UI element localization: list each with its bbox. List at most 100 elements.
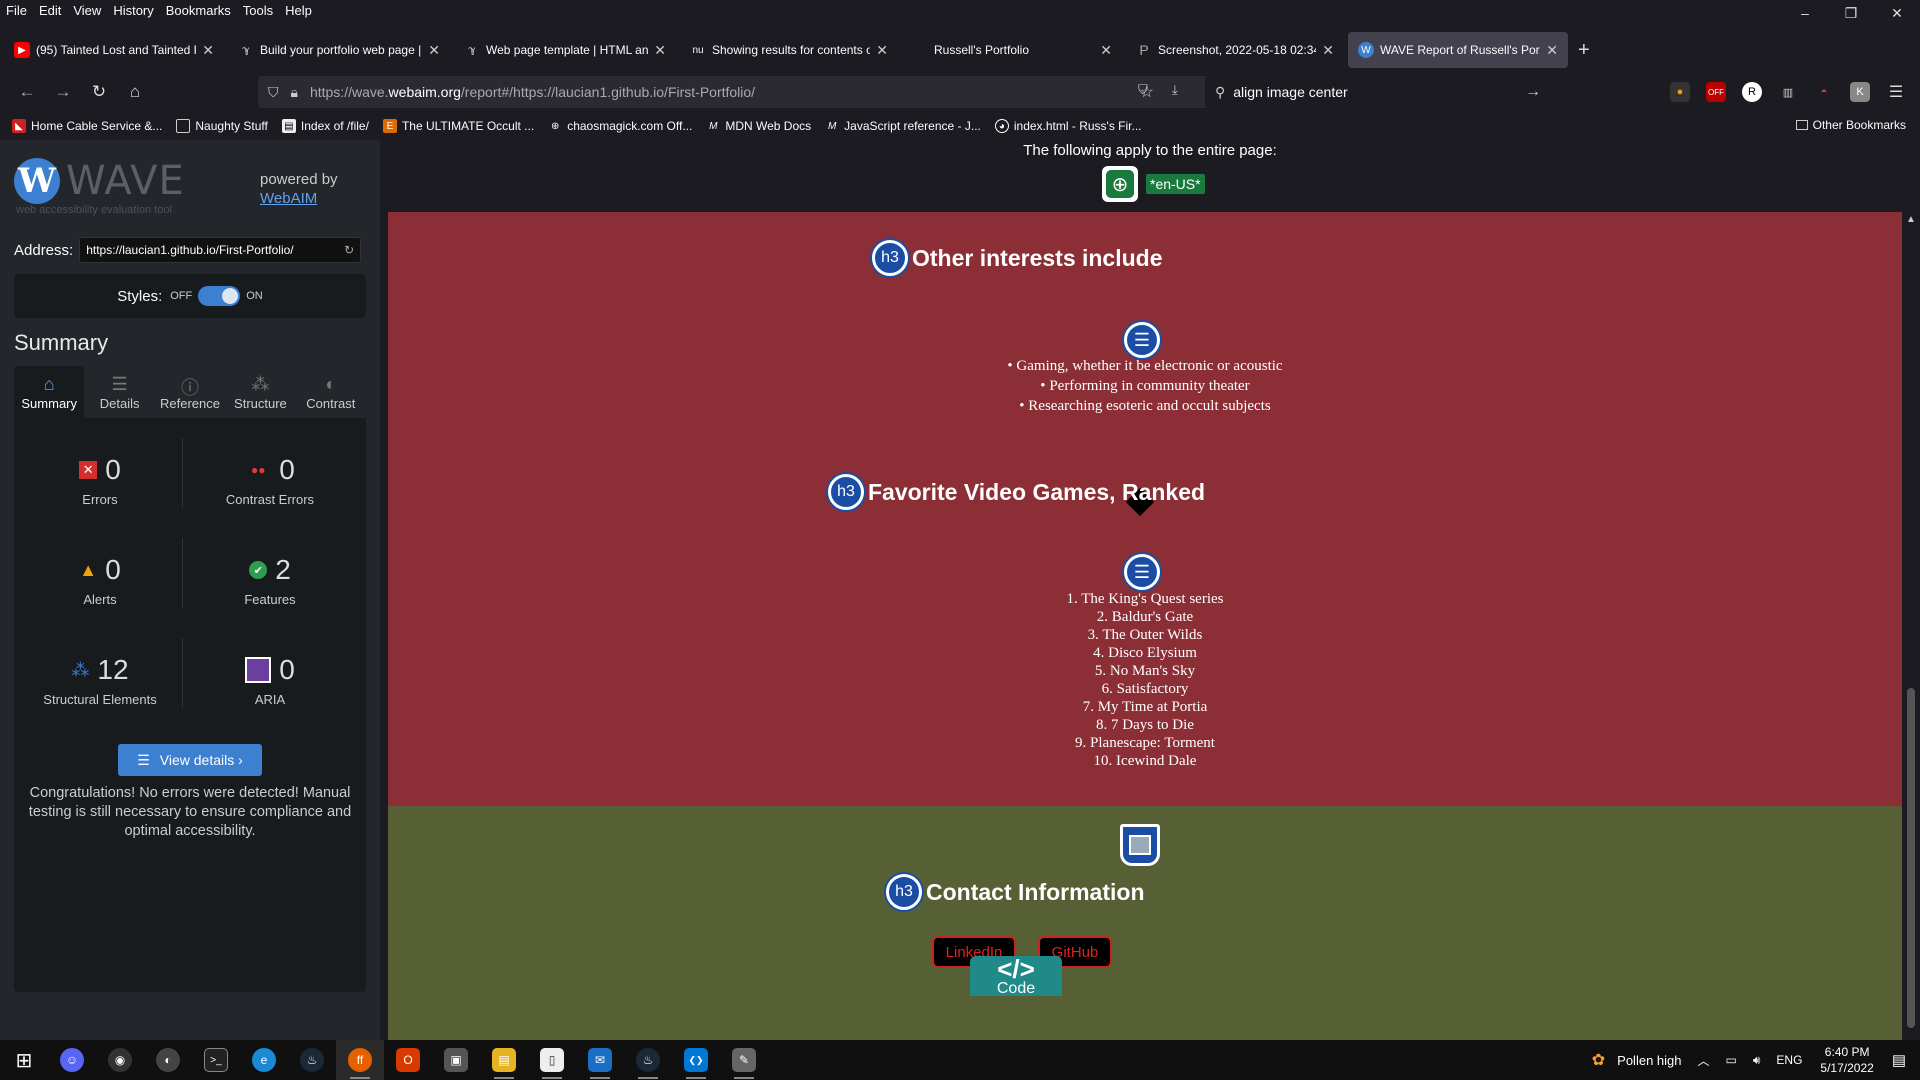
stat-aria[interactable]: 0 ARIA — [190, 652, 350, 707]
taskbar-app[interactable]: ◉ — [96, 1040, 144, 1080]
close-icon[interactable]: ✕ — [428, 42, 440, 59]
taskbar-app[interactable]: e — [240, 1040, 288, 1080]
tab-summary[interactable]: ⌂ Summary — [14, 366, 85, 418]
bookmark-item[interactable]: ◕ index.html - Russ's Fir... — [994, 119, 1142, 133]
forward-button[interactable]: → — [48, 82, 78, 102]
bookmark-item[interactable]: E The ULTIMATE Occult ... — [382, 119, 534, 133]
close-icon[interactable]: ✕ — [1322, 42, 1334, 59]
clock[interactable]: 6:40 PM 5/17/2022 — [1820, 1044, 1873, 1076]
report-viewport[interactable]: The following apply to the entire page: … — [380, 140, 1920, 1040]
volume-icon[interactable]: 🔊︎ — [1753, 1053, 1761, 1068]
bookmark-item[interactable]: M MDN Web Docs — [706, 119, 811, 133]
taskbar-app[interactable]: ☺ — [48, 1040, 96, 1080]
extension-icon[interactable]: ● — [1670, 82, 1690, 102]
browser-tab[interactable]: nu Showing results for contents of ✕ — [680, 32, 898, 68]
back-button[interactable]: ← — [12, 82, 42, 102]
stat-features[interactable]: ✔ 2 Features — [190, 552, 350, 607]
extension-r-icon[interactable]: R — [1742, 82, 1762, 102]
weather-icon[interactable]: ✿ — [1592, 1050, 1605, 1070]
bookmark-item[interactable]: M JavaScript reference - J... — [825, 119, 981, 133]
scrollbar-thumb[interactable] — [1907, 688, 1915, 1028]
start-button[interactable]: ⊞ — [0, 1040, 48, 1080]
bookmark-item[interactable]: ⊕ chaosmagick.com Off... — [548, 119, 692, 133]
h3-badge-icon[interactable]: h3 — [828, 474, 864, 510]
bookmark-item[interactable]: Naughty Stuff — [176, 119, 268, 133]
close-window-button[interactable]: ✕ — [1874, 0, 1920, 28]
taskbar-app[interactable]: ◐ — [144, 1040, 192, 1080]
taskbar-app[interactable]: ▤ — [480, 1040, 528, 1080]
browser-tab-active[interactable]: W WAVE Report of Russell's Portfo ✕ — [1348, 32, 1568, 68]
restore-button[interactable]: ❐ — [1828, 0, 1874, 28]
taskbar-app[interactable]: ♨ — [288, 1040, 336, 1080]
hamburger-menu-icon[interactable]: ☰ — [1886, 82, 1906, 102]
stat-contrast-errors[interactable]: ●● 0 Contrast Errors — [190, 452, 350, 507]
extension-mask-icon[interactable]: ◓ — [1814, 82, 1834, 102]
stat-structural[interactable]: ⁂ 12 Structural Elements — [20, 652, 180, 707]
bookmark-item[interactable]: ▤ Index of /file/ — [281, 119, 369, 133]
tab-reference[interactable]: ⓘ Reference — [155, 366, 225, 418]
menu-view[interactable]: View — [73, 3, 101, 18]
taskbar-app[interactable]: ✉ — [576, 1040, 624, 1080]
language-icon[interactable]: ⊕ — [1102, 166, 1138, 202]
tab-details[interactable]: ☰ Details — [84, 366, 154, 418]
scrollbar[interactable]: ▲ — [1902, 212, 1920, 1040]
styles-toggle[interactable] — [198, 286, 241, 306]
close-icon[interactable]: ✕ — [1100, 42, 1112, 59]
language-indicator[interactable]: ENG — [1776, 1053, 1802, 1067]
scroll-up-icon[interactable]: ▲ — [1906, 214, 1916, 225]
taskbar-app[interactable]: ▣ — [432, 1040, 480, 1080]
new-tab-button[interactable]: + — [1578, 39, 1590, 62]
menu-history[interactable]: History — [113, 3, 153, 18]
close-icon[interactable]: ✕ — [202, 42, 214, 59]
notification-icon[interactable]: ▤ — [1892, 1051, 1906, 1069]
close-icon[interactable]: ✕ — [1546, 42, 1558, 59]
network-icon[interactable]: ▭ — [1726, 1053, 1737, 1067]
wave-logo[interactable]: W WAVE — [14, 158, 185, 204]
weather-text[interactable]: Pollen high — [1617, 1053, 1681, 1068]
code-button[interactable]: </> Code — [970, 956, 1062, 997]
browser-tab[interactable]: Russell's Portfolio ✕ — [902, 32, 1122, 68]
bookmark-item[interactable]: ◣ Home Cable Service &... — [12, 119, 162, 133]
tab-contrast[interactable]: ◐ Contrast — [296, 366, 366, 418]
menu-bookmarks[interactable]: Bookmarks — [166, 3, 231, 18]
close-icon[interactable]: ✕ — [876, 42, 888, 59]
taskbar-app[interactable]: ▯ — [528, 1040, 576, 1080]
home-button[interactable]: ⌂ — [120, 82, 150, 102]
search-field[interactable]: ⚲ align image center → — [1205, 76, 1553, 108]
h3-badge-icon[interactable]: h3 — [886, 874, 922, 910]
refresh-icon[interactable]: ↻ — [344, 243, 354, 257]
taskbar-app[interactable]: ✎ — [720, 1040, 768, 1080]
browser-tab[interactable]: ℽ Web page template | HTML and ✕ — [454, 32, 676, 68]
library-icon[interactable]: ▥ — [1778, 82, 1798, 102]
taskbar-app[interactable]: >_ — [192, 1040, 240, 1080]
download-icon[interactable]: ⤓ — [1172, 82, 1178, 98]
browser-tab[interactable]: ℽ Build your portfolio web page | ✕ — [228, 32, 450, 68]
menu-file[interactable]: File — [6, 3, 27, 18]
tray-chevron-icon[interactable]: ︿ — [1697, 1052, 1709, 1069]
list-icon[interactable]: ☰ — [1124, 554, 1160, 590]
taskbar-app[interactable]: ♨ — [624, 1040, 672, 1080]
menu-help[interactable]: Help — [285, 3, 312, 18]
pocket-icon[interactable]: ⛉ — [1138, 82, 1148, 98]
extension-k-icon[interactable]: K — [1850, 82, 1870, 102]
list-icon[interactable]: ☰ — [1124, 322, 1160, 358]
address-input[interactable]: https://laucian1.github.io/First-Portfol… — [79, 237, 362, 263]
extension-off-icon[interactable]: OFF — [1706, 82, 1726, 102]
stat-alerts[interactable]: ▲ 0 Alerts — [20, 552, 180, 607]
taskbar-app[interactable]: ❮❯ — [672, 1040, 720, 1080]
stat-errors[interactable]: ✕ 0 Errors — [20, 452, 180, 507]
minimize-button[interactable]: – — [1782, 0, 1828, 28]
menu-tools[interactable]: Tools — [243, 3, 273, 18]
webaim-link[interactable]: WebAIM — [260, 190, 317, 207]
taskbar-app-active[interactable]: ff — [336, 1040, 384, 1080]
close-icon[interactable]: ✕ — [654, 42, 666, 59]
browser-tab[interactable]: P Screenshot, 2022-05-18 02:34:3 ✕ — [1126, 32, 1344, 68]
taskbar-app[interactable]: O — [384, 1040, 432, 1080]
go-arrow-icon[interactable]: → — [1525, 83, 1541, 101]
h3-badge-icon[interactable]: h3 — [872, 240, 908, 276]
reload-button[interactable]: ↻ — [84, 82, 114, 102]
browser-tab[interactable]: ▶ (95) Tainted Lost and Tainted Fo ✕ — [4, 32, 224, 68]
view-details-button[interactable]: ☰ View details › — [118, 744, 262, 776]
url-field[interactable]: ⛉ 🔒︎ https://wave. webaim.org/report#/htt… — [258, 76, 1168, 108]
other-bookmarks[interactable]: Other Bookmarks — [1795, 118, 1906, 132]
